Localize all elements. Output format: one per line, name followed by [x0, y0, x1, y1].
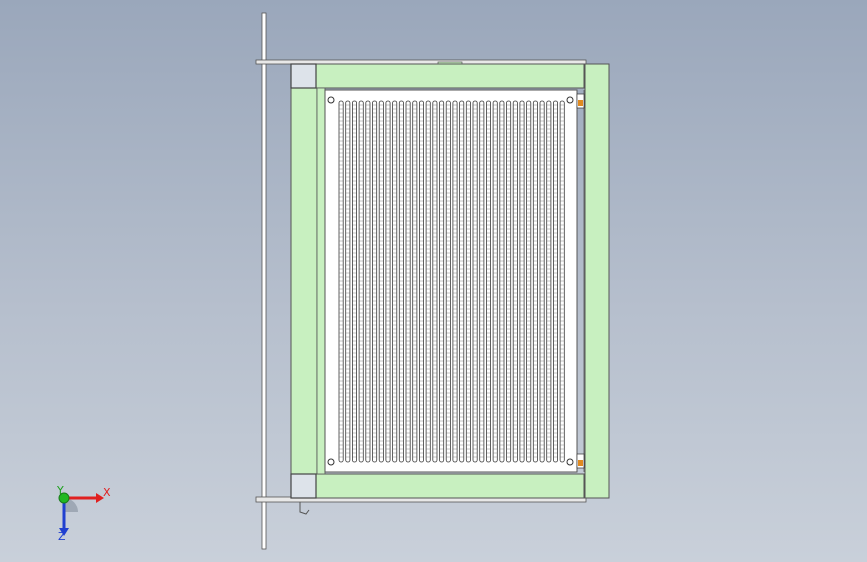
slot-column: [398, 100, 404, 463]
slot-column: [512, 100, 518, 463]
screw-bottom-right: [566, 458, 574, 466]
connector-bottom-orange: [578, 460, 583, 466]
axis-x-label: X: [103, 486, 111, 499]
slot-column: [385, 100, 391, 463]
slot-column: [559, 100, 565, 463]
slot-column: [492, 100, 498, 463]
slot-column: [405, 100, 411, 463]
slot-column: [351, 100, 357, 463]
frame-left-inner: [316, 87, 326, 475]
slot-column: [459, 100, 465, 463]
slot-column: [418, 100, 424, 463]
bottom-hook: [299, 502, 310, 515]
slot-column: [526, 100, 532, 463]
axis-y-label: Y: [57, 484, 64, 497]
slot-column: [479, 100, 485, 463]
slot-column: [445, 100, 451, 463]
slot-column: [439, 100, 445, 463]
slot-column: [338, 100, 344, 463]
slot-column: [425, 100, 431, 463]
slot-column: [365, 100, 371, 463]
slot-column: [485, 100, 491, 463]
slot-column: [452, 100, 458, 463]
corner-block-top: [290, 63, 317, 89]
slot-column: [532, 100, 538, 463]
connector-top-orange: [578, 100, 583, 106]
slot-column: [506, 100, 512, 463]
slot-column: [519, 100, 525, 463]
slot-column: [539, 100, 545, 463]
corner-block-bottom: [290, 473, 317, 499]
slot-column: [472, 100, 478, 463]
slot-column: [378, 100, 384, 463]
slot-column: [465, 100, 471, 463]
slot-column: [432, 100, 438, 463]
frame-top-bar: [315, 63, 585, 89]
frame-left-post: [290, 87, 318, 475]
slot-column: [392, 100, 398, 463]
slot-column: [372, 100, 378, 463]
slot-column: [412, 100, 418, 463]
axis-z-label: Z: [58, 530, 66, 543]
slot-column: [358, 100, 364, 463]
cad-viewport[interactable]: X Y Z: [0, 0, 867, 562]
cabinet-model-top-view[interactable]: [0, 0, 867, 562]
frame-right-post: [584, 63, 610, 499]
screw-bottom-left: [327, 458, 335, 466]
frame-bottom-bar: [315, 473, 585, 499]
slot-column: [553, 100, 559, 463]
slot-column: [345, 100, 351, 463]
vertical-rod: [261, 12, 267, 550]
slot-column: [499, 100, 505, 463]
slot-column: [546, 100, 552, 463]
screw-top-right: [566, 96, 574, 104]
screw-top-left: [327, 96, 335, 104]
axis-triad: X Y Z: [40, 478, 120, 548]
